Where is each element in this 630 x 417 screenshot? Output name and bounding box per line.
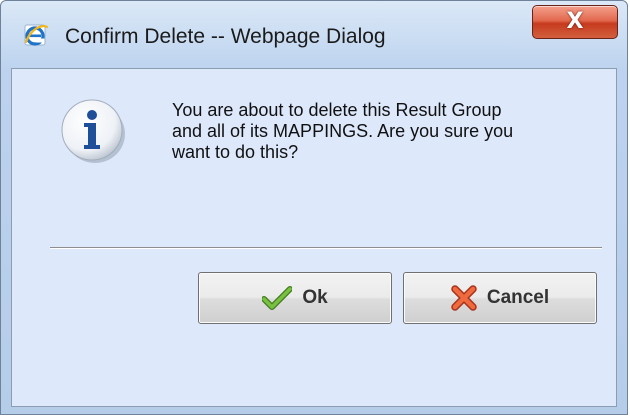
- cancel-button[interactable]: Cancel: [403, 272, 597, 324]
- internet-explorer-icon: [23, 22, 49, 48]
- message-line: and all of its MAPPINGS. Are you sure yo…: [172, 121, 514, 141]
- divider: [50, 247, 602, 249]
- cancel-label: Cancel: [486, 287, 550, 308]
- dialog-window: Confirm Delete -- Webpage Dialog X You a…: [0, 0, 628, 415]
- confirmation-message: You are about to delete this Result Grou…: [172, 100, 602, 163]
- ok-button[interactable]: Ok: [198, 272, 392, 324]
- message-line: want to do this?: [172, 142, 299, 162]
- close-button[interactable]: X: [532, 5, 618, 39]
- info-icon: [57, 94, 129, 166]
- title-bar[interactable]: Confirm Delete -- Webpage Dialog X: [1, 1, 627, 69]
- message-line: You are about to delete this Result Grou…: [172, 100, 502, 120]
- dialog-body: You are about to delete this Result Grou…: [11, 68, 617, 407]
- ok-label: Ok: [302, 287, 328, 308]
- red-x-icon: [451, 285, 477, 311]
- window-title: Confirm Delete -- Webpage Dialog: [65, 25, 386, 48]
- close-icon: X: [566, 9, 584, 34]
- checkmark-icon: [262, 286, 293, 310]
